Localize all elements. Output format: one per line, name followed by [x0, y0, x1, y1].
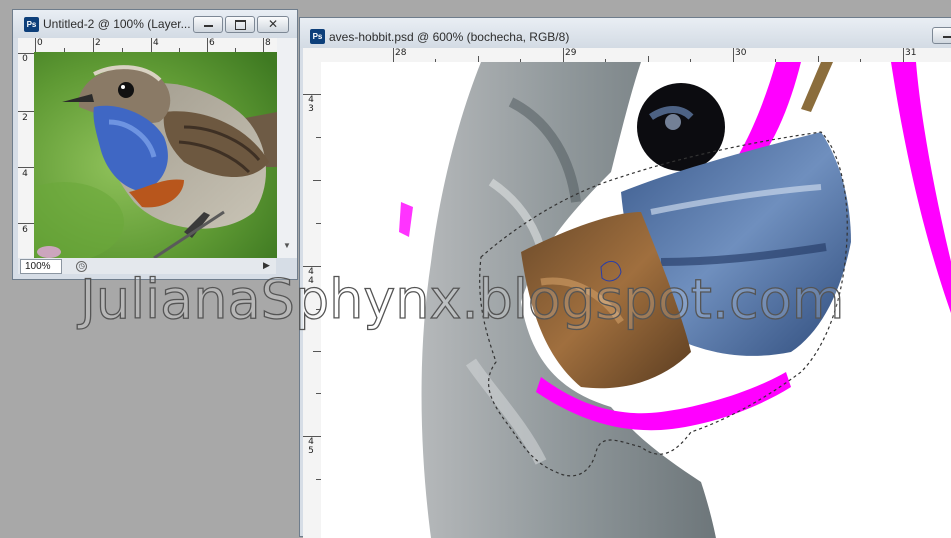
ruler-label: 30	[735, 48, 747, 58]
ruler-label: 5	[308, 446, 314, 456]
vertical-ruler[interactable]: 0 2 4 6	[18, 52, 34, 258]
photoshop-app-icon: Ps	[310, 29, 325, 44]
minimize-button[interactable]	[932, 27, 951, 44]
ruler-corner	[303, 48, 321, 62]
ruler-label: 2	[22, 113, 28, 123]
horizontal-ruler[interactable]: 0 2 4 6 8	[34, 38, 277, 52]
maximize-button[interactable]	[225, 16, 255, 33]
minimize-icon	[943, 36, 951, 38]
ruler-label: 28	[395, 48, 407, 58]
horizontal-ruler[interactable]: 28 29 30 31	[321, 48, 951, 62]
ruler-label: 31	[905, 48, 917, 58]
watermark-text: JulianaSphynx.blogspot.com	[79, 267, 845, 331]
zoom-level-field[interactable]: 100%	[20, 259, 62, 274]
main-window-title: aves-hobbit.psd @ 600% (bochecha, RGB/8)	[329, 30, 570, 44]
ruler-label: 0	[22, 54, 28, 64]
scroll-down-icon[interactable]: ▼	[283, 241, 291, 250]
ruler-label: 4	[22, 169, 28, 179]
small-canvas[interactable]	[34, 52, 277, 258]
ruler-label: 2	[95, 38, 101, 48]
close-button[interactable]: ✕	[257, 16, 289, 33]
vertical-scrollbar[interactable]: ▼	[277, 38, 297, 258]
minimize-button[interactable]	[193, 16, 223, 33]
maximize-icon	[235, 20, 246, 30]
small-window-title: Untitled-2 @ 100% (Layer...	[43, 17, 191, 31]
ruler-label: 6	[209, 38, 215, 48]
photoshop-app-icon: Ps	[24, 17, 39, 32]
minimize-icon	[204, 25, 213, 27]
main-window-titlebar[interactable]: Ps aves-hobbit.psd @ 600% (bochecha, RGB…	[300, 18, 951, 48]
close-icon: ✕	[267, 17, 279, 31]
small-document-window[interactable]: Ps Untitled-2 @ 100% (Layer... ✕ 0 2 4 6…	[12, 9, 298, 280]
small-window-titlebar[interactable]: Ps Untitled-2 @ 100% (Layer... ✕	[13, 10, 297, 38]
ruler-label: 6	[22, 225, 28, 235]
ruler-label: 0	[37, 38, 43, 48]
bird-thumbnail-image	[34, 52, 277, 258]
ruler-label: 4	[153, 38, 159, 48]
ruler-label: 29	[565, 48, 577, 58]
ruler-label: 3	[308, 104, 314, 114]
ruler-label: 8	[265, 38, 271, 48]
ruler-corner	[18, 38, 34, 52]
